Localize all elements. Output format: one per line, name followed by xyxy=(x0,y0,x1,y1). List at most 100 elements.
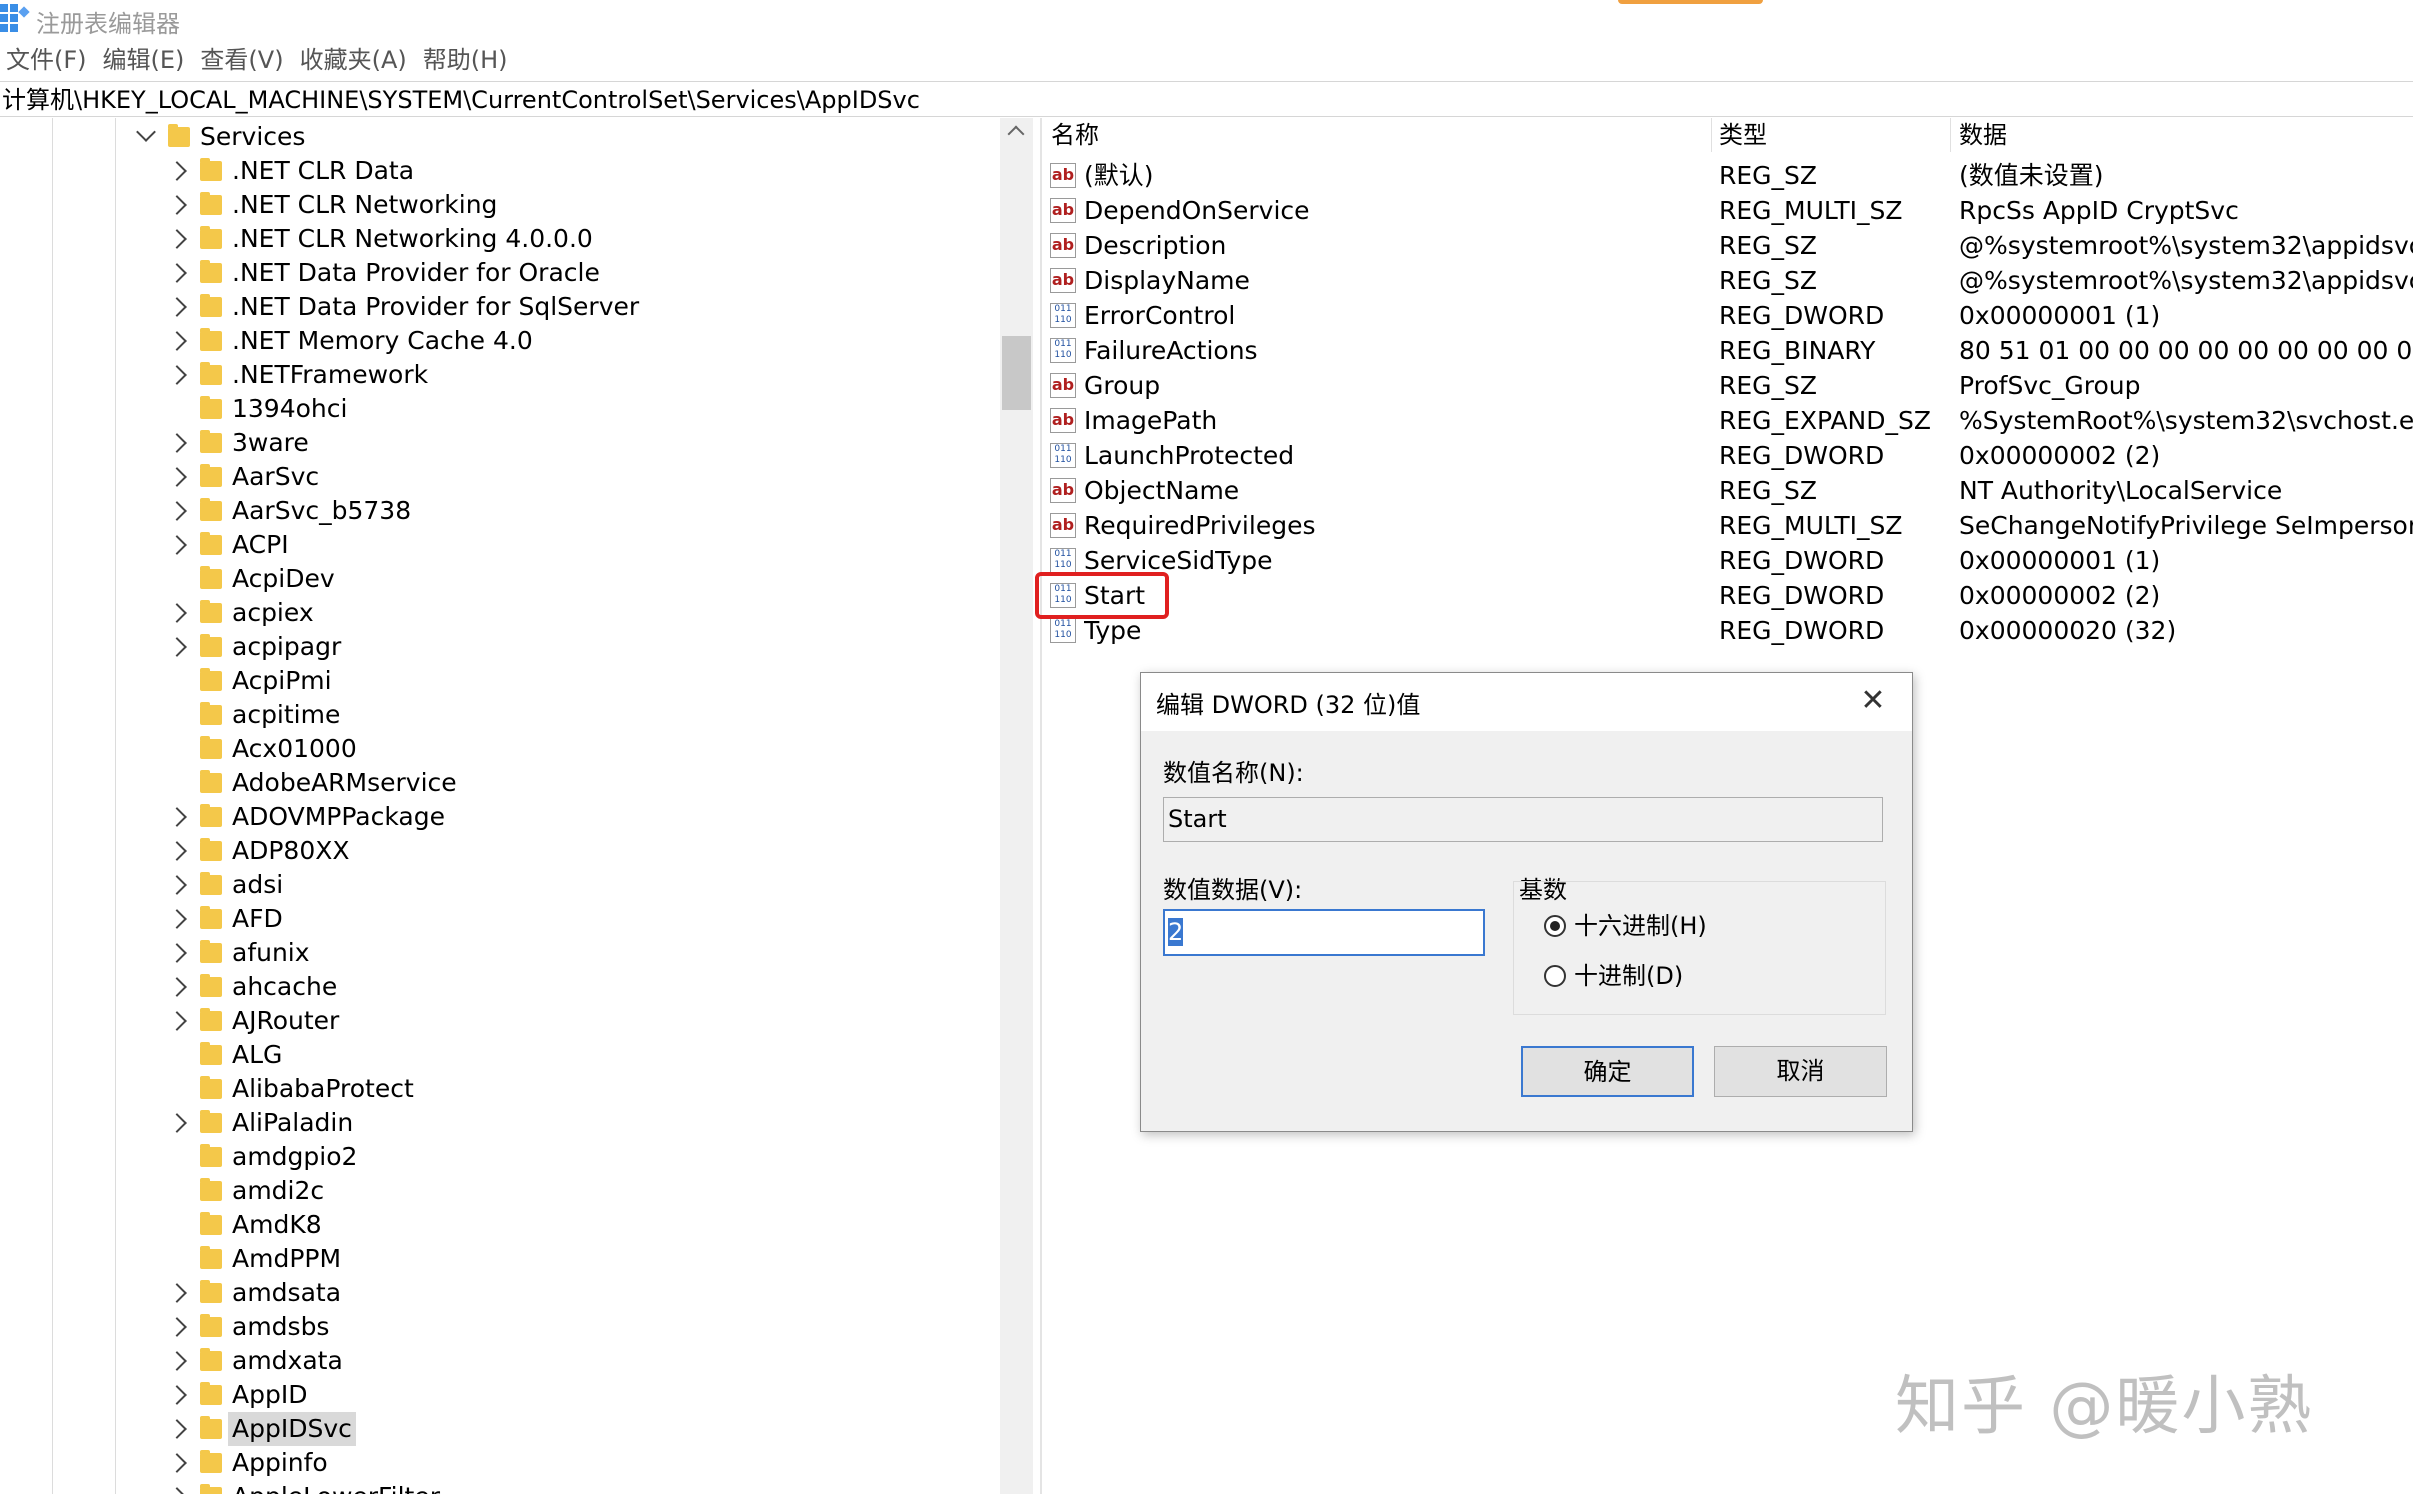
tree-scrollbar[interactable] xyxy=(1000,118,1033,1494)
tree-item[interactable]: adsi xyxy=(0,868,990,902)
tree-item[interactable]: AppID xyxy=(0,1378,990,1412)
value-row[interactable]: 011 110 FailureActions REG_BINARY 80 51 01 … xyxy=(1046,333,2413,368)
chevron-right-icon[interactable] xyxy=(167,501,187,521)
chevron-right-icon[interactable] xyxy=(167,943,187,963)
tree-item[interactable]: amdi2c xyxy=(0,1174,990,1208)
tree-item[interactable]: AmdK8 xyxy=(0,1208,990,1242)
pane-splitter[interactable] xyxy=(1040,118,1042,1494)
tree-item[interactable]: acpitime xyxy=(0,698,990,732)
address-bar[interactable]: 计算机\HKEY_LOCAL_MACHINE\SYSTEM\CurrentCon… xyxy=(0,81,2413,117)
tree-item[interactable]: .NET Data Provider for SqlServer xyxy=(0,290,990,324)
chevron-right-icon[interactable] xyxy=(167,1317,187,1337)
tree-item[interactable]: .NET CLR Networking 4.0.0.0 xyxy=(0,222,990,256)
value-row[interactable]: ab Description REG_SZ @%systemroot%\system3… xyxy=(1046,228,2413,263)
chevron-right-icon[interactable] xyxy=(167,433,187,453)
tree-item[interactable]: .NETFramework xyxy=(0,358,990,392)
chevron-right-icon[interactable] xyxy=(167,263,187,283)
chevron-right-icon[interactable] xyxy=(167,331,187,351)
chevron-right-icon[interactable] xyxy=(167,603,187,623)
tree-item[interactable]: ADP80XX xyxy=(0,834,990,868)
tree-item[interactable]: amdxata xyxy=(0,1344,990,1378)
tree-item[interactable]: AdobeARMservice xyxy=(0,766,990,800)
scroll-thumb[interactable] xyxy=(1002,336,1031,410)
hex-radio-button[interactable] xyxy=(1544,915,1566,937)
tree-item[interactable]: ADOVMPPackage xyxy=(0,800,990,834)
tree-item[interactable]: AliPaladin xyxy=(0,1106,990,1140)
tree-item[interactable]: 1394ohci xyxy=(0,392,990,426)
chevron-right-icon[interactable] xyxy=(167,909,187,929)
value-row[interactable]: ab ImagePath REG_EXPAND_SZ %SystemRoot%\sys… xyxy=(1046,403,2413,438)
value-row[interactable]: 011 110 ErrorControl REG_DWORD 0x00000001 (… xyxy=(1046,298,2413,333)
chevron-right-icon[interactable] xyxy=(167,1385,187,1405)
chevron-right-icon[interactable] xyxy=(167,1113,187,1133)
chevron-down-icon[interactable] xyxy=(136,122,156,142)
close-icon[interactable]: ✕ xyxy=(1853,681,1893,721)
chevron-right-icon[interactable] xyxy=(167,637,187,657)
menu-help[interactable]: 帮助(H) xyxy=(423,42,508,78)
tree-item[interactable]: acpipagr xyxy=(0,630,990,664)
chevron-right-icon[interactable] xyxy=(167,535,187,555)
value-row[interactable]: 011 110 Start REG_DWORD 0x00000002 (2) xyxy=(1046,578,2413,613)
chevron-right-icon[interactable] xyxy=(167,1011,187,1031)
chevron-right-icon[interactable] xyxy=(167,229,187,249)
column-header-type[interactable]: 类型 xyxy=(1719,118,1767,152)
tree-item[interactable]: .NET Memory Cache 4.0 xyxy=(0,324,990,358)
tree-item[interactable]: .NET CLR Data xyxy=(0,154,990,188)
tree-item[interactable]: Appinfo xyxy=(0,1446,990,1480)
chevron-right-icon[interactable] xyxy=(167,297,187,317)
dec-radio-button[interactable] xyxy=(1544,965,1566,987)
tree-item[interactable]: AarSvc_b5738 xyxy=(0,494,990,528)
chevron-right-icon[interactable] xyxy=(167,195,187,215)
value-row[interactable]: 011 110 ServiceSidType REG_DWORD 0x00000001… xyxy=(1046,543,2413,578)
ok-button[interactable]: 确定 xyxy=(1521,1046,1694,1097)
value-row[interactable]: ab ObjectName REG_SZ NT Authority\LocalServ… xyxy=(1046,473,2413,508)
chevron-right-icon[interactable] xyxy=(167,875,187,895)
cancel-button[interactable]: 取消 xyxy=(1714,1046,1887,1097)
chevron-right-icon[interactable] xyxy=(167,841,187,861)
tree-item[interactable]: amdsbs xyxy=(0,1310,990,1344)
column-header-data[interactable]: 数据 xyxy=(1959,118,2007,152)
tree-item[interactable]: acpiex xyxy=(0,596,990,630)
chevron-right-icon[interactable] xyxy=(167,1283,187,1303)
tree-item[interactable]: Acx01000 xyxy=(0,732,990,766)
tree-item[interactable]: ALG xyxy=(0,1038,990,1072)
tree-item[interactable]: AmdPPM xyxy=(0,1242,990,1276)
value-row[interactable]: 011 110 LaunchProtected REG_DWORD 0x0000000… xyxy=(1046,438,2413,473)
tree-item[interactable]: ACPI xyxy=(0,528,990,562)
column-divider[interactable] xyxy=(1711,118,1712,152)
menu-favorites[interactable]: 收藏夹(A) xyxy=(300,42,407,78)
tree-item[interactable]: AarSvc xyxy=(0,460,990,494)
tree-item[interactable]: afunix xyxy=(0,936,990,970)
chevron-right-icon[interactable] xyxy=(167,467,187,487)
tree-item[interactable]: AppleLowerFilter xyxy=(0,1480,990,1494)
value-data-input[interactable]: 2 xyxy=(1163,909,1485,956)
tree-item[interactable]: amdsata xyxy=(0,1276,990,1310)
value-row[interactable]: ab Group REG_SZ ProfSvc_Group xyxy=(1046,368,2413,403)
scroll-up-icon[interactable] xyxy=(1007,125,1025,143)
tree-item[interactable]: AppIDSvc xyxy=(0,1412,990,1446)
tree-item[interactable]: .NET Data Provider for Oracle xyxy=(0,256,990,290)
value-row[interactable]: ab RequiredPrivileges REG_MULTI_SZ SeChange… xyxy=(1046,508,2413,543)
tree-item[interactable]: ahcache xyxy=(0,970,990,1004)
menu-file[interactable]: 文件(F) xyxy=(6,42,87,78)
tree-item[interactable]: amdgpio2 xyxy=(0,1140,990,1174)
chevron-right-icon[interactable] xyxy=(167,1351,187,1371)
column-divider[interactable] xyxy=(1950,118,1951,152)
tree-item[interactable]: AJRouter xyxy=(0,1004,990,1038)
chevron-right-icon[interactable] xyxy=(167,161,187,181)
tree-item[interactable]: AcpiPmi xyxy=(0,664,990,698)
dec-radio-label[interactable]: 十进制(D) xyxy=(1574,961,1683,991)
value-row[interactable]: ab DependOnService REG_MULTI_SZ RpcSs AppID… xyxy=(1046,193,2413,228)
tree-item[interactable]: AlibabaProtect xyxy=(0,1072,990,1106)
value-row[interactable]: ab DisplayName REG_SZ @%systemroot%\system3… xyxy=(1046,263,2413,298)
value-row[interactable]: ab (默认) REG_SZ (数值未设置) xyxy=(1046,158,2413,193)
tree-item[interactable]: .NET CLR Networking xyxy=(0,188,990,222)
chevron-right-icon[interactable] xyxy=(167,807,187,827)
tree-item[interactable]: AcpiDev xyxy=(0,562,990,596)
menu-view[interactable]: 查看(V) xyxy=(200,42,283,78)
value-row[interactable]: 011 110 Type REG_DWORD 0x00000020 (32) xyxy=(1046,613,2413,648)
column-header-name[interactable]: 名称 xyxy=(1051,118,1099,152)
chevron-right-icon[interactable] xyxy=(167,1419,187,1439)
menu-edit[interactable]: 编辑(E) xyxy=(103,42,185,78)
hex-radio-label[interactable]: 十六进制(H) xyxy=(1574,911,1707,941)
